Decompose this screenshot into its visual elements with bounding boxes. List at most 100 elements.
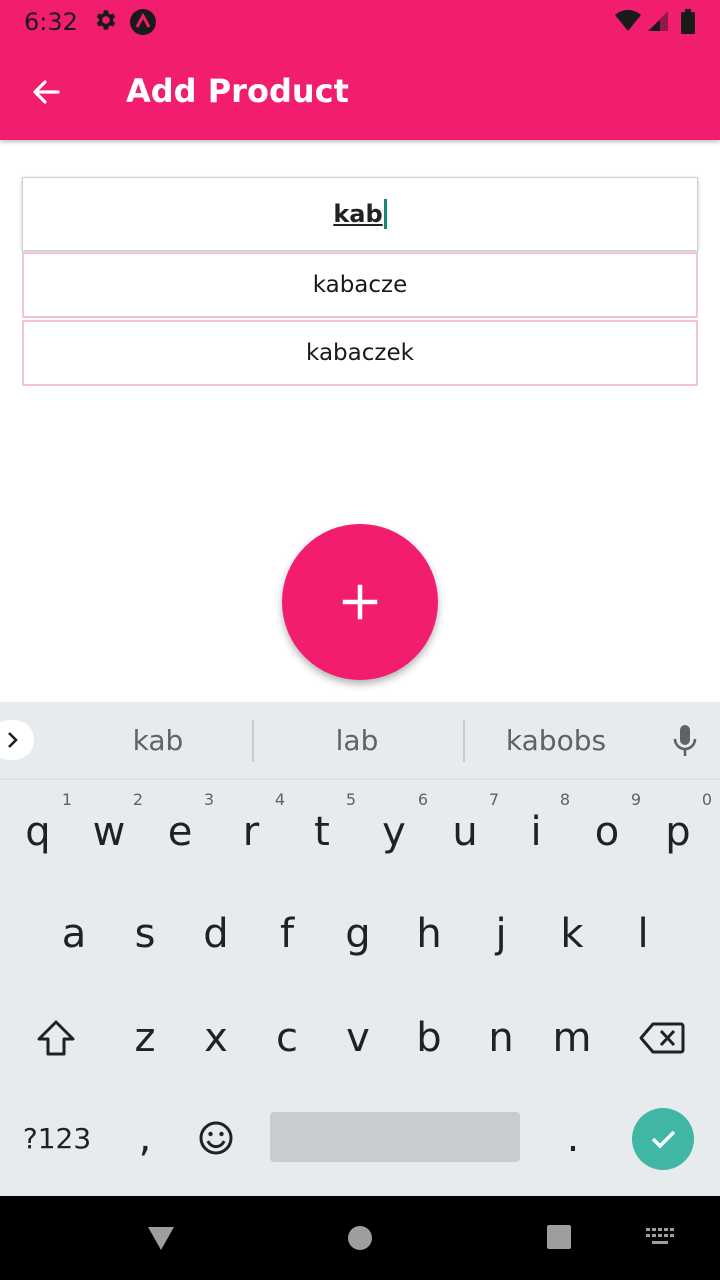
page-title: Add Product [126,72,349,110]
key-label: l [637,911,649,957]
suggestion-divider [463,720,465,762]
word-suggestion[interactable]: kabobs [481,724,631,757]
back-button[interactable] [20,68,72,116]
keyboard-switch-button[interactable] [646,1228,674,1253]
key-j[interactable]: j [471,894,531,974]
chevron-right-icon [8,732,18,748]
key-i[interactable]: i8 [506,790,570,872]
key-d[interactable]: d [186,894,246,974]
shift-key[interactable] [26,998,86,1078]
key-hint: 1 [61,790,72,809]
key-s[interactable]: s [115,894,175,974]
key-t[interactable]: t5 [292,790,356,872]
circle-home-icon [348,1226,372,1250]
key-label: z [134,1015,156,1061]
word-suggestion[interactable]: lab [282,724,432,757]
key-l[interactable]: l [613,894,673,974]
suggestion-label: kabaczek [306,340,414,366]
emoji-icon [199,1121,233,1155]
key-q[interactable]: q1 [8,790,72,872]
comma-key[interactable]: , [115,1098,175,1178]
suggestion-item[interactable]: kabaczek [22,320,698,386]
key-label: x [204,1015,228,1061]
key-f[interactable]: f [257,894,317,974]
battery-icon [680,9,696,40]
key-c[interactable]: c [257,998,317,1078]
wifi-icon [614,9,642,38]
period-key[interactable]: . [543,1098,603,1178]
plus-icon [342,584,378,620]
word-suggestion[interactable]: kab [83,724,233,757]
key-hint: 3 [203,790,214,809]
suggestion-divider [252,720,254,762]
emoji-key[interactable] [186,1098,246,1178]
key-label: u [452,809,478,855]
key-o[interactable]: o9 [577,790,641,872]
add-product-button[interactable] [282,524,438,680]
key-v[interactable]: v [328,998,388,1078]
backspace-key[interactable] [632,998,692,1078]
space-key[interactable] [270,1112,520,1162]
suggestion-label: kabacze [312,272,408,298]
key-g[interactable]: g [328,894,388,974]
key-w[interactable]: w2 [79,790,143,872]
app-bar: Add Product [0,44,720,140]
product-search-input[interactable]: kab [22,177,698,251]
key-label: n [488,1015,514,1061]
key-label: b [416,1015,442,1061]
key-u[interactable]: u7 [435,790,499,872]
key-label: r [242,809,260,855]
key-label: . [566,1115,580,1161]
key-n[interactable]: n [471,998,531,1078]
key-label: y [382,809,406,855]
key-label: p [665,809,691,855]
microphone-icon[interactable] [672,724,698,763]
keyboard-suggestion-strip: kab lab kabobs [0,702,720,780]
key-hint: 8 [559,790,570,809]
keyboard-icon [646,1228,674,1244]
key-label: a [61,911,87,957]
key-label: e [167,809,193,855]
key-m[interactable]: m [542,998,602,1078]
key-label: m [552,1015,592,1061]
symbols-key[interactable]: ?123 [16,1098,98,1178]
suggestion-item[interactable]: kabacze [22,252,698,318]
key-k[interactable]: k [542,894,602,974]
app-a-icon [128,7,158,42]
key-label: s [134,911,156,957]
arrow-left-icon [33,80,60,104]
key-h[interactable]: h [399,894,459,974]
key-hint: 2 [132,790,143,809]
key-label: q [25,809,51,855]
key-label: o [594,809,620,855]
key-z[interactable]: z [115,998,175,1078]
key-hint: 0 [701,790,712,809]
keyboard-expand-button[interactable] [0,720,34,760]
check-icon [651,1130,676,1149]
key-b[interactable]: b [399,998,459,1078]
key-hint: 9 [630,790,641,809]
signal-icon [646,9,670,38]
key-p[interactable]: p0 [648,790,712,872]
nav-back-button[interactable] [146,1222,176,1257]
nav-recents-button[interactable] [546,1224,572,1255]
enter-key[interactable] [632,1108,694,1170]
key-hint: 4 [274,790,285,809]
key-y[interactable]: y6 [364,790,428,872]
key-label: h [416,911,442,957]
key-label: i [530,809,542,855]
key-label: k [560,911,584,957]
key-label: ?123 [22,1121,92,1155]
key-label: d [203,911,229,957]
key-a[interactable]: a [44,894,104,974]
nav-home-button[interactable] [346,1224,374,1257]
key-e[interactable]: e3 [150,790,214,872]
key-r[interactable]: r4 [221,790,285,872]
triangle-back-icon [148,1227,174,1250]
status-time: 6:32 [24,8,78,36]
key-hint: 6 [417,790,428,809]
key-hint: 7 [488,790,499,809]
key-x[interactable]: x [186,998,246,1078]
key-label: w [92,809,126,855]
key-hint: 5 [345,790,356,809]
